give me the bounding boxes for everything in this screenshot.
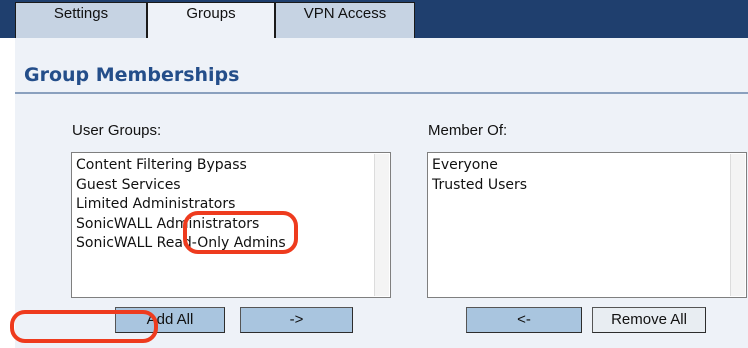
scrollbar[interactable] — [374, 154, 389, 296]
remove-all-button[interactable]: Remove All — [592, 307, 706, 333]
scrollbar[interactable] — [730, 154, 745, 296]
annotation-highlight-add-all — [10, 310, 158, 343]
tab-groups[interactable]: Groups — [147, 2, 275, 38]
list-item[interactable]: Guest Services — [76, 176, 286, 196]
member-of-label: Member Of: — [428, 122, 508, 139]
list-item[interactable]: Trusted Users — [432, 176, 527, 196]
page-title: Group Memberships — [24, 64, 240, 86]
add-button[interactable]: -> — [240, 307, 353, 333]
remove-button[interactable]: <- — [466, 307, 582, 333]
tab-bar: Settings Groups VPN Access — [0, 0, 748, 38]
title-divider — [15, 92, 748, 94]
tab-vpn-access[interactable]: VPN Access — [275, 2, 415, 38]
list-item[interactable]: Everyone — [432, 156, 527, 176]
member-of-listbox[interactable]: Everyone Trusted Users — [427, 152, 747, 298]
user-groups-label: User Groups: — [72, 122, 162, 139]
annotation-highlight-administrators — [183, 211, 298, 254]
tab-settings[interactable]: Settings — [15, 2, 147, 38]
list-item[interactable]: Content Filtering Bypass — [76, 156, 286, 176]
